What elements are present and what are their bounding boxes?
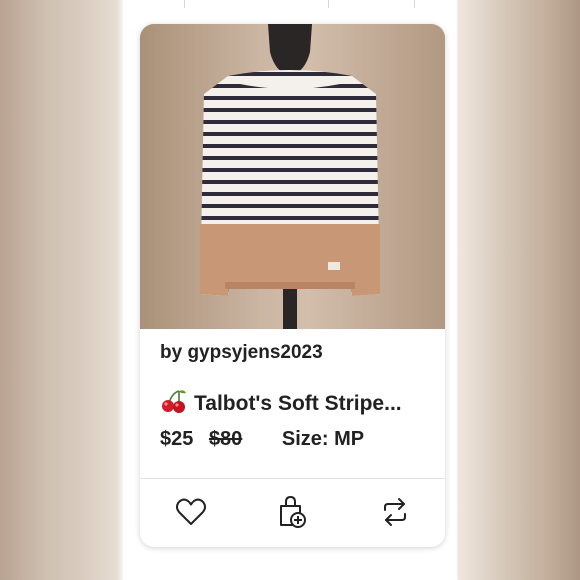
price: $25: [160, 428, 194, 450]
seller-name[interactable]: by gypsyjens2023: [160, 342, 323, 364]
listing-title-text: Talbot's Soft Stripe...: [194, 392, 402, 415]
price-row: $25 $80 Size: MP: [160, 428, 364, 451]
listing-card[interactable]: by gypsyjens2023 Talbot's Soft Stripe...…: [140, 24, 445, 547]
background-top-divider: [122, 0, 458, 8]
cherry-icon: [160, 389, 188, 413]
add-to-bundle-icon[interactable]: [272, 492, 312, 532]
listing-title[interactable]: Talbot's Soft Stripe...: [160, 389, 430, 416]
original-price: $80: [208, 428, 243, 450]
action-bar: [140, 492, 445, 532]
card-divider: [140, 478, 445, 479]
product-photo[interactable]: [140, 24, 445, 329]
share-icon[interactable]: [375, 492, 415, 532]
sweater-image: [140, 24, 445, 329]
size-label: Size: MP: [281, 428, 365, 450]
like-heart-icon[interactable]: [171, 492, 211, 532]
